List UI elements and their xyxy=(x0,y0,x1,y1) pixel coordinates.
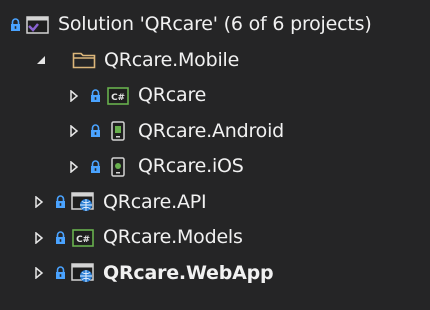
project-qrcare-api[interactable]: QRcare.API xyxy=(0,185,430,221)
project-qrcare-ios[interactable]: QRcare.iOS xyxy=(0,149,430,185)
chevron-right-icon[interactable] xyxy=(30,193,48,211)
svg-text:C#: C# xyxy=(76,235,90,245)
chevron-down-icon[interactable] xyxy=(32,51,50,69)
chevron-right-icon[interactable] xyxy=(30,229,48,247)
tree-item-label: QRcare xyxy=(138,84,207,107)
chevron-right-icon[interactable] xyxy=(65,122,83,140)
solution-label: Solution 'QRcare' (6 of 6 projects) xyxy=(58,13,372,36)
tree-item-label: QRcare.iOS xyxy=(138,155,244,178)
lock-icon xyxy=(88,122,102,140)
project-qrcare-android[interactable]: QRcare.Android xyxy=(0,114,430,150)
lock-icon xyxy=(88,158,102,176)
tree-item-label: QRcare.WebApp xyxy=(103,261,274,284)
tree-item-label: QRcare.Android xyxy=(138,119,285,142)
android-device-icon xyxy=(106,120,130,142)
lock-icon xyxy=(8,16,22,34)
csharp-project-icon: C# xyxy=(106,85,130,107)
folder-icon xyxy=(72,49,96,71)
svg-text:C#: C# xyxy=(111,93,125,103)
chevron-right-icon[interactable] xyxy=(30,264,48,282)
web-project-icon xyxy=(71,262,95,284)
project-qrcare-webapp[interactable]: QRcare.WebApp xyxy=(0,256,430,292)
solution-explorer-tree: Solution 'QRcare' (6 of 6 projects) QRca… xyxy=(0,0,430,310)
project-qrcare-models[interactable]: C# QRcare.Models xyxy=(0,220,430,256)
chevron-right-icon[interactable] xyxy=(65,158,83,176)
lock-icon xyxy=(53,229,67,247)
tree-item-label: QRcare.Models xyxy=(103,226,243,249)
folder-qrcare-mobile[interactable]: QRcare.Mobile xyxy=(0,43,430,79)
tree-item-label: QRcare.API xyxy=(103,190,207,213)
lock-icon xyxy=(88,87,102,105)
project-qrcare[interactable]: C# QRcare xyxy=(0,78,430,114)
lock-icon xyxy=(53,264,67,282)
ios-device-icon xyxy=(106,156,130,178)
web-project-icon xyxy=(71,191,95,213)
solution-icon xyxy=(26,14,50,36)
chevron-right-icon[interactable] xyxy=(65,87,83,105)
lock-icon xyxy=(53,193,67,211)
csharp-project-icon: C# xyxy=(71,227,95,249)
solution-node[interactable]: Solution 'QRcare' (6 of 6 projects) xyxy=(0,7,430,43)
tree-item-label: QRcare.Mobile xyxy=(104,48,240,71)
